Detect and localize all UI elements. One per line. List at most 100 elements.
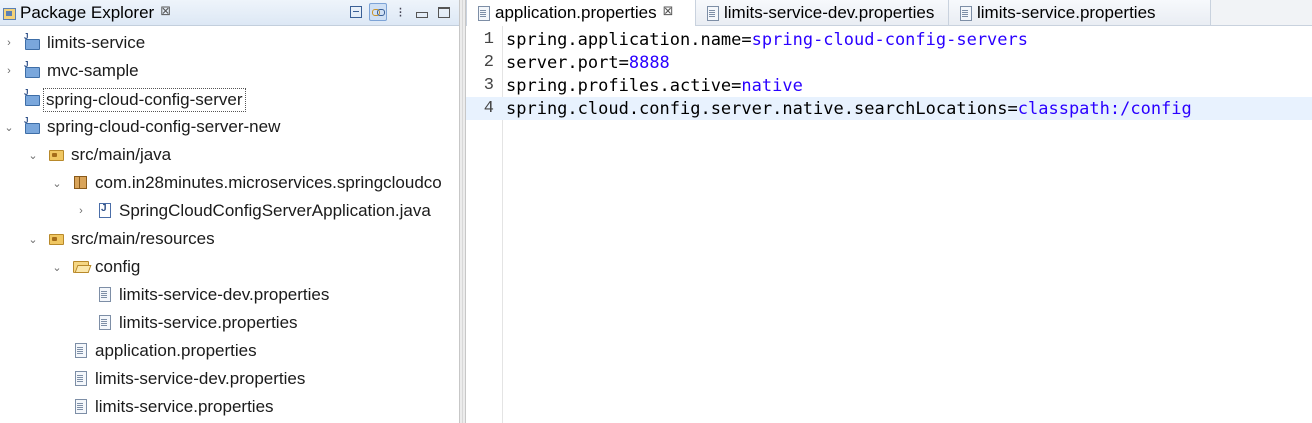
tree-item-label: application.properties xyxy=(95,341,257,360)
tab-title: application.properties xyxy=(495,3,657,22)
tree-item-label: src/main/java xyxy=(71,145,172,164)
equals-sign: = xyxy=(741,30,752,50)
folder-icon xyxy=(72,258,89,274)
property-key: spring.cloud.config.server.native.search… xyxy=(506,99,1008,119)
tree-item[interactable]: limits-service-dev.properties xyxy=(0,281,459,309)
tree-item[interactable]: › mvc-sample xyxy=(0,57,459,85)
link-with-editor-button[interactable] xyxy=(369,3,387,21)
equals-sign: = xyxy=(1007,99,1018,119)
code-line[interactable]: 1 spring.application.name=spring-cloud-co… xyxy=(466,28,1312,51)
equals-sign: = xyxy=(731,76,742,96)
code-text: spring.cloud.config.server.native.search… xyxy=(506,99,1192,119)
properties-file-icon xyxy=(72,398,88,414)
package-explorer-view: Package Explorer ⊠ ⁝ › limits-service › mvc… xyxy=(0,0,459,423)
tree-item-label: limits-service.properties xyxy=(119,313,298,332)
property-key: spring.profiles.active xyxy=(506,76,732,96)
tree-item-label: config xyxy=(95,257,141,276)
package-explorer-icon xyxy=(2,6,16,20)
tree-item-label: spring-cloud-config-server-new xyxy=(47,117,281,136)
tab-title: limits-service-dev.properties xyxy=(724,2,935,22)
line-number: 2 xyxy=(483,53,494,72)
line-number: 3 xyxy=(483,76,494,95)
tree-item[interactable]: limits-service-dev.properties xyxy=(0,365,459,393)
tree-item-label: limits-service xyxy=(47,33,146,52)
tree-item[interactable]: limits-service.properties xyxy=(0,309,459,337)
minimize-button[interactable] xyxy=(413,3,431,21)
maximize-icon xyxy=(438,6,450,18)
java-file-icon xyxy=(96,202,112,218)
properties-file-icon xyxy=(96,314,112,330)
chevron-down-icon[interactable]: ⌄ xyxy=(27,233,39,246)
tree-item-label: spring-cloud-config-server xyxy=(43,88,246,112)
property-key: spring.application.name xyxy=(506,30,742,50)
tab-limits-service-dev-properties[interactable]: limits-service-dev.properties xyxy=(696,0,949,25)
editor-area: application.properties ⊠ limits-service-… xyxy=(466,0,1312,423)
view-splitter[interactable] xyxy=(459,0,466,423)
code-text: server.port=8888 xyxy=(506,53,670,73)
chevron-down-icon[interactable]: ⌄ xyxy=(27,149,39,162)
package-icon xyxy=(72,174,88,190)
project-icon xyxy=(24,32,40,50)
minimize-icon xyxy=(416,12,428,18)
tree-item[interactable]: ⌄ com.in28minutes.microservices.springclo… xyxy=(0,169,459,197)
explorer-title: Package Explorer xyxy=(20,2,155,22)
properties-file-icon xyxy=(704,5,719,21)
equals-sign: = xyxy=(618,53,629,73)
collapse-all-button[interactable] xyxy=(347,3,365,21)
chevron-right-icon[interactable]: › xyxy=(3,65,15,77)
tab-limits-service-properties[interactable]: limits-service.properties xyxy=(949,0,1211,25)
close-icon[interactable]: ⊠ xyxy=(160,3,171,19)
tree-item[interactable]: limits-service.properties xyxy=(0,393,459,421)
chevron-down-icon[interactable]: ⌄ xyxy=(51,177,63,190)
chevron-right-icon[interactable]: › xyxy=(3,37,15,49)
editor-tab-bar: application.properties ⊠ limits-service-… xyxy=(466,0,1312,26)
line-number: 1 xyxy=(483,30,494,49)
property-value: spring-cloud-config-servers xyxy=(751,30,1028,50)
tree-item[interactable]: ⌄ spring-cloud-config-server-new xyxy=(0,113,459,141)
project-icon xyxy=(24,88,40,106)
property-key: server.port xyxy=(506,53,619,73)
tree-item[interactable]: › limits-service xyxy=(0,29,459,57)
close-icon[interactable]: ⊠ xyxy=(663,3,674,19)
chevron-right-icon[interactable]: › xyxy=(75,205,87,217)
code-text: spring.profiles.active=native xyxy=(506,76,803,96)
code-text: spring.application.name=spring-cloud-con… xyxy=(506,30,1028,50)
tree-item-label: SpringCloudConfigServerApplication.java xyxy=(119,201,431,220)
tab-title: limits-service.properties xyxy=(977,2,1156,22)
tree-item-label: src/main/resources xyxy=(71,229,215,248)
properties-file-icon xyxy=(72,342,88,358)
tree-item-label: com.in28minutes.microservices.springclou… xyxy=(95,173,442,192)
code-line[interactable]: 2 server.port=8888 xyxy=(466,51,1312,74)
tree-item[interactable]: › SpringCloudConfigServerApplication.java xyxy=(0,197,459,225)
line-number: 4 xyxy=(483,99,494,118)
explorer-tab-bar: Package Explorer ⊠ ⁝ xyxy=(0,0,459,26)
tab-application-properties[interactable]: application.properties ⊠ xyxy=(466,0,696,26)
chevron-down-icon[interactable]: ⌄ xyxy=(3,121,15,134)
tree-item-label: limits-service.properties xyxy=(95,397,274,416)
link-with-editor-icon xyxy=(372,7,385,17)
property-value: classpath:/config xyxy=(1017,99,1192,119)
view-menu-icon[interactable]: ⁝ xyxy=(391,3,409,21)
properties-file-icon xyxy=(475,5,490,21)
tab-package-explorer[interactable]: Package Explorer ⊠ xyxy=(0,0,171,25)
maximize-button[interactable] xyxy=(435,3,453,21)
properties-file-icon xyxy=(957,5,972,21)
project-icon xyxy=(24,116,40,134)
source-folder-icon xyxy=(48,146,64,162)
collapse-all-icon xyxy=(350,6,362,18)
tree-item[interactable]: application.properties xyxy=(0,337,459,365)
tree-item[interactable]: ⌄ config xyxy=(0,253,459,281)
properties-file-icon xyxy=(96,286,112,302)
chevron-down-icon[interactable]: ⌄ xyxy=(51,261,63,274)
property-value: native xyxy=(741,76,803,96)
explorer-toolbar: ⁝ xyxy=(347,1,453,23)
tree-item-label: limits-service-dev.properties xyxy=(119,285,330,304)
code-editor[interactable]: 1 spring.application.name=spring-cloud-co… xyxy=(466,26,1312,423)
tree-item[interactable]: spring-cloud-config-server xyxy=(0,85,459,113)
project-icon xyxy=(24,60,40,78)
tree-item[interactable]: ⌄ src/main/java xyxy=(0,141,459,169)
code-line[interactable]: 4 spring.cloud.config.server.native.searc… xyxy=(466,97,1312,120)
code-line[interactable]: 3 spring.profiles.active=native xyxy=(466,74,1312,97)
tree-item[interactable]: ⌄ src/main/resources xyxy=(0,225,459,253)
properties-file-icon xyxy=(72,370,88,386)
